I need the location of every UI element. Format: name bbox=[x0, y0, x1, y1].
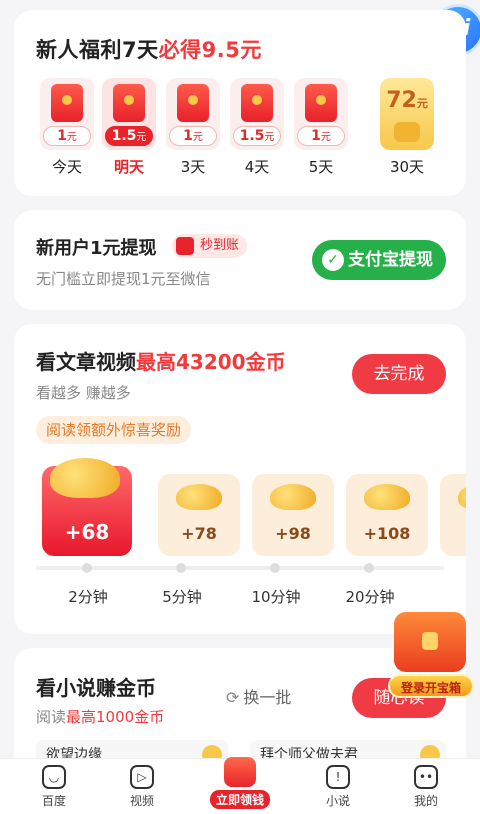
treasure-chest-icon bbox=[394, 612, 466, 672]
time-label: 20分钟 bbox=[345, 588, 395, 606]
instant-badge: 秒到账 bbox=[172, 234, 248, 258]
red-envelope-icon bbox=[176, 237, 194, 255]
time-label: 10分钟 bbox=[251, 588, 301, 606]
play-icon: ▷ bbox=[130, 765, 154, 789]
bottom-tab-bar: ◡ 百度 ▷ 视频 立即领钱 ! 小说 •• 我的 bbox=[0, 757, 480, 814]
day-item[interactable]: 1元 3天 bbox=[166, 78, 220, 188]
treasure-chest-button[interactable]: 登录开宝箱 bbox=[388, 608, 474, 704]
alipay-withdraw-button[interactable]: ✓ 支付宝提现 bbox=[312, 240, 446, 280]
reward-item[interactable]: +108 bbox=[346, 474, 428, 556]
novel-title: 看小说赚金币 bbox=[36, 676, 156, 700]
coin-pile-icon bbox=[364, 484, 410, 510]
red-envelope-icon bbox=[241, 84, 273, 122]
red-envelope-icon bbox=[224, 757, 256, 787]
watch-subtitle: 看越多 赚越多 bbox=[36, 384, 131, 402]
tab-novel[interactable]: ! 小说 bbox=[298, 765, 378, 809]
reward-item[interactable]: +78 bbox=[158, 474, 240, 556]
tab-profile[interactable]: •• 我的 bbox=[386, 765, 466, 809]
day-item[interactable]: 1元 今天 bbox=[40, 78, 94, 188]
red-envelope-icon bbox=[113, 84, 145, 122]
time-label: 5分钟 bbox=[162, 588, 202, 606]
day-item[interactable]: 1.5元 4天 bbox=[230, 78, 284, 188]
coin-pile-icon bbox=[270, 484, 316, 510]
welfare-title: 新人福利7天必得9.5元 bbox=[36, 38, 262, 62]
day-item[interactable]: 1元 5天 bbox=[294, 78, 348, 188]
profile-icon: •• bbox=[414, 765, 438, 789]
withdraw-subtitle: 无门槛立即提现1元至微信 bbox=[36, 270, 211, 288]
tab-earn-money[interactable]: 立即领钱 bbox=[200, 757, 280, 809]
reward-item[interactable]: +98 bbox=[252, 474, 334, 556]
watch-articles-card: 看文章视频最高43200金币 看越多 赚越多 去完成 阅读领额外惊喜奖励 +68… bbox=[14, 324, 466, 634]
red-envelope-icon bbox=[51, 84, 83, 122]
bonus-tag: 阅读领额外惊喜奖励 bbox=[36, 416, 192, 444]
progress-track bbox=[36, 563, 444, 573]
coin-pile-icon bbox=[458, 484, 466, 510]
novel-subtitle: 阅读最高1000金币 bbox=[36, 708, 165, 726]
red-envelope-icon bbox=[305, 84, 337, 122]
coin-pile-icon bbox=[176, 484, 222, 510]
welfare-days-strip[interactable]: 1元 今天 1.5元 明天 1元 3天 1.5元 4天 1元 5天 72元 30… bbox=[40, 78, 460, 188]
withdraw-card: 新用户1元提现 秒到账 无门槛立即提现1元至微信 ✓ 支付宝提现 bbox=[14, 210, 466, 310]
baidu-icon: ◡ bbox=[42, 765, 66, 789]
time-label: 2分钟 bbox=[68, 588, 108, 606]
refresh-icon: ⟳ bbox=[226, 688, 240, 707]
red-envelope-icon bbox=[177, 84, 209, 122]
coin-pile-icon bbox=[50, 458, 120, 498]
book-icon: ! bbox=[326, 765, 350, 789]
chat-bubble-icon: ✓ bbox=[322, 249, 344, 271]
reward-item[interactable] bbox=[440, 474, 466, 556]
day-item[interactable]: 1.5元 明天 bbox=[102, 78, 156, 188]
withdraw-title: 新用户1元提现 bbox=[36, 238, 157, 259]
day-item-final[interactable]: 72元 30天 bbox=[380, 78, 434, 188]
refresh-button[interactable]: ⟳ 换一批 bbox=[226, 684, 291, 708]
tab-baidu[interactable]: ◡ 百度 bbox=[14, 765, 94, 809]
money-bag-icon bbox=[394, 122, 420, 142]
watch-title: 看文章视频最高43200金币 bbox=[36, 350, 286, 374]
tab-video[interactable]: ▷ 视频 bbox=[102, 765, 182, 809]
reward-item[interactable]: +68 bbox=[42, 458, 132, 556]
new-user-welfare-card: 新人福利7天必得9.5元 1元 今天 1.5元 明天 1元 3天 1.5元 4天… bbox=[14, 10, 466, 196]
go-complete-button[interactable]: 去完成 bbox=[352, 354, 446, 394]
reward-strip[interactable]: +68 +78 +98 +108 bbox=[42, 454, 466, 584]
